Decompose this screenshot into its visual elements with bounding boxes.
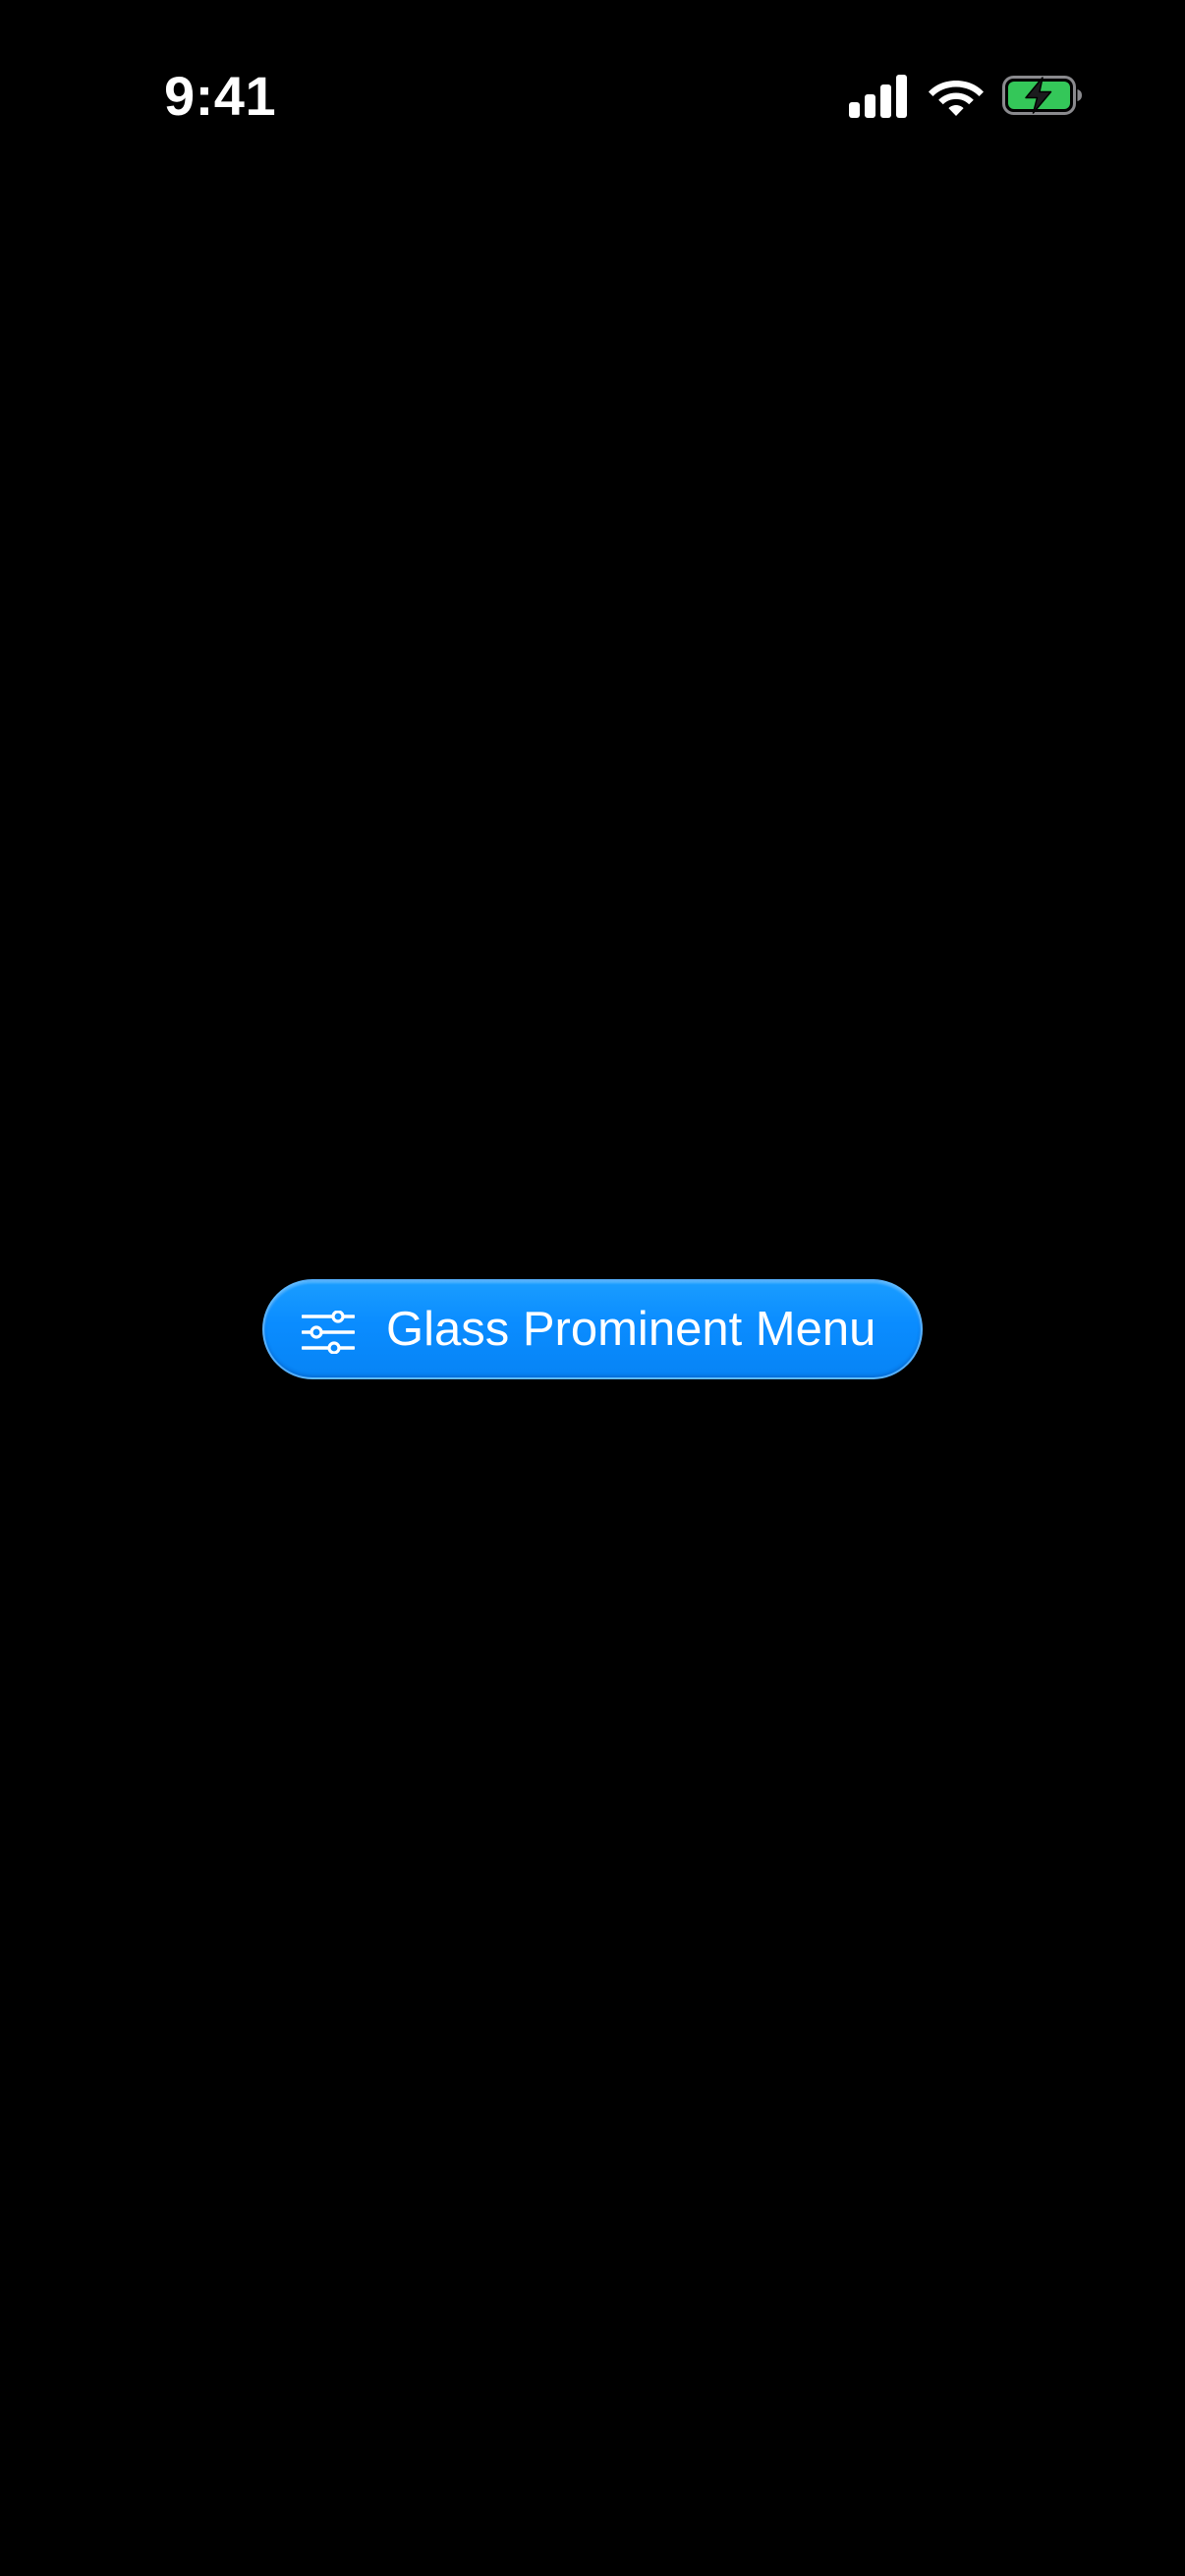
status-bar: 9:41	[0, 0, 1185, 187]
battery-charging-icon	[1002, 76, 1082, 115]
screen: 9:41 Glass Prominent Menu	[0, 0, 1185, 2576]
status-time: 9:41	[164, 65, 277, 127]
glass-prominent-menu-button[interactable]: Glass Prominent Menu	[262, 1279, 923, 1379]
wifi-icon	[929, 81, 984, 116]
cellular-signal-icon	[849, 75, 907, 118]
sliders-icon	[302, 1311, 355, 1354]
status-indicators	[845, 69, 1082, 124]
menu-button-label: Glass Prominent Menu	[386, 1303, 876, 1356]
